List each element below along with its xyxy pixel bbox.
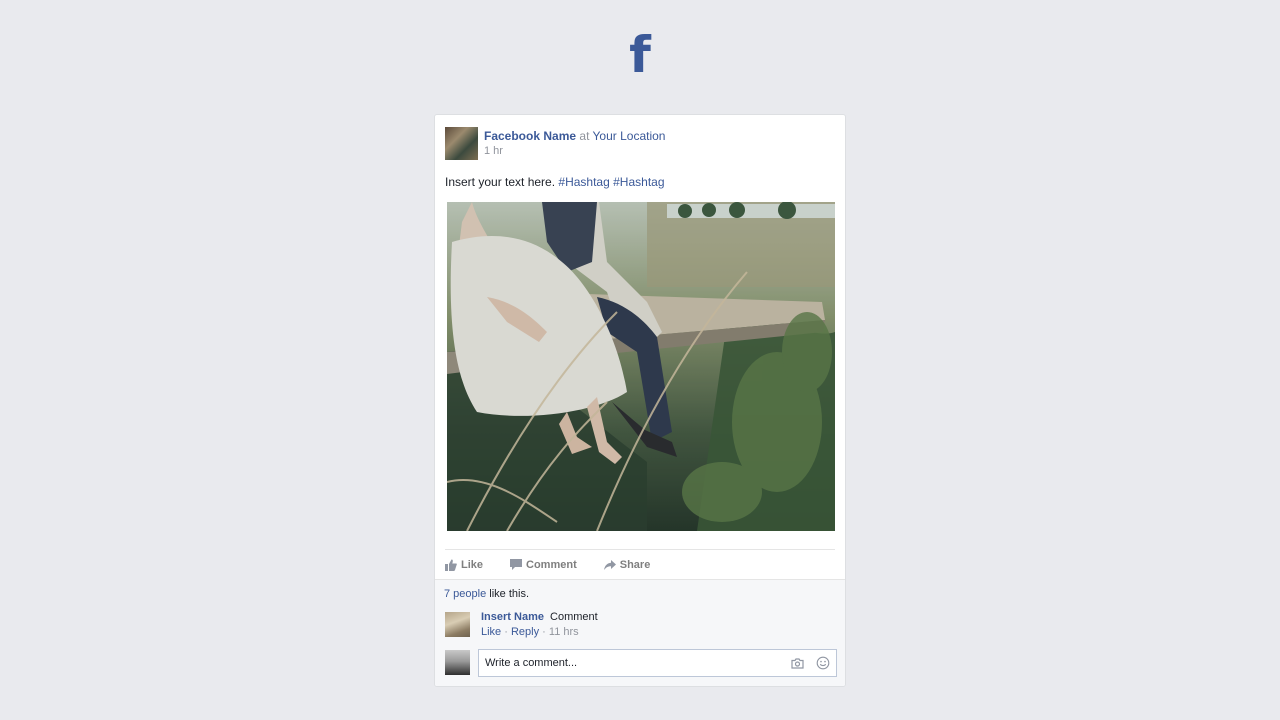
thumbs-up-icon bbox=[445, 559, 457, 571]
comment-text: Comment bbox=[550, 611, 598, 623]
facebook-logo: f bbox=[629, 26, 651, 84]
like-label: Like bbox=[461, 559, 484, 571]
post-card: Facebook Name at Your Location 1 hr Inse… bbox=[434, 114, 846, 687]
like-button[interactable]: Like bbox=[445, 559, 483, 571]
comment-reply-link[interactable]: Reply bbox=[511, 626, 539, 638]
location-link[interactable]: Your Location bbox=[593, 129, 666, 143]
likes-summary: 7 people like this. bbox=[444, 587, 529, 601]
post-photo[interactable] bbox=[447, 202, 835, 531]
hashtag-link[interactable]: #Hashtag bbox=[558, 175, 609, 189]
at-label: at bbox=[579, 129, 590, 143]
comment-button[interactable]: Comment bbox=[510, 559, 577, 571]
post-actions: Like Comment Share bbox=[445, 556, 677, 574]
comment-timestamp[interactable]: 11 hrs bbox=[549, 626, 579, 638]
meta-separator: · bbox=[504, 626, 508, 638]
post-timestamp[interactable]: 1 hr bbox=[484, 144, 503, 158]
emoji-icon[interactable] bbox=[816, 656, 830, 670]
comment-composer[interactable] bbox=[478, 649, 837, 677]
likes-suffix: like this. bbox=[489, 588, 530, 600]
share-icon bbox=[603, 560, 616, 570]
post-text: Insert your text here. #Hashtag #Hashtag bbox=[445, 174, 665, 190]
post-header: Facebook Name at Your Location bbox=[484, 128, 665, 144]
comment-like-link[interactable]: Like bbox=[481, 626, 501, 638]
camera-icon[interactable] bbox=[791, 658, 804, 669]
current-user-avatar bbox=[445, 650, 470, 675]
comment: Insert Name Comment bbox=[481, 610, 598, 624]
commenter-name-link[interactable]: Insert Name bbox=[481, 611, 544, 623]
likes-count-link[interactable]: 7 people bbox=[444, 588, 486, 600]
author-avatar[interactable] bbox=[445, 127, 478, 160]
comment-label: Comment bbox=[526, 559, 577, 571]
hashtag-link[interactable]: #Hashtag bbox=[613, 175, 664, 189]
commenter-avatar[interactable] bbox=[445, 612, 470, 637]
author-name-link[interactable]: Facebook Name bbox=[484, 129, 576, 143]
comment-input[interactable] bbox=[485, 655, 775, 671]
share-button[interactable]: Share bbox=[603, 559, 651, 571]
comment-icon bbox=[510, 559, 523, 570]
share-label: Share bbox=[619, 559, 651, 571]
actions-divider bbox=[445, 549, 835, 550]
meta-separator: · bbox=[542, 626, 546, 638]
comment-meta: Like · Reply · 11 hrs bbox=[481, 625, 579, 639]
post-footer: 7 people like this. Insert Name Comment … bbox=[435, 579, 845, 686]
post-body: Insert your text here. bbox=[445, 175, 556, 189]
